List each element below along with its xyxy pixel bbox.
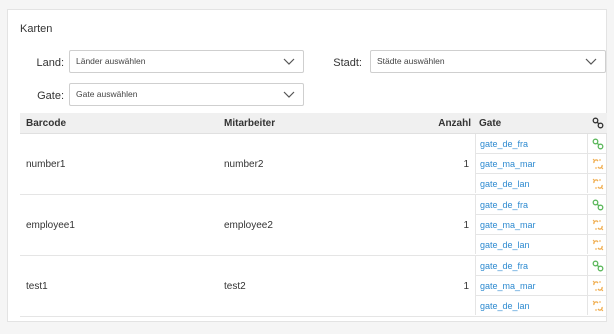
gate-label: Gate: bbox=[37, 90, 64, 102]
unlink-icon[interactable] bbox=[587, 234, 607, 254]
gate-select-value: Gate auswählen bbox=[76, 89, 138, 99]
anzahl-cell: 1 bbox=[426, 255, 475, 317]
table-row: test1 test2 1 gate_de_fra gate_ma_mar gate_de… bbox=[20, 255, 607, 317]
link-icon[interactable] bbox=[587, 195, 607, 215]
gate-link[interactable]: gate_de_fra bbox=[475, 195, 588, 215]
gate-link[interactable]: gate_de_fra bbox=[475, 256, 588, 276]
land-label: Land: bbox=[36, 57, 64, 69]
page-title: Karten bbox=[20, 23, 53, 35]
column-header-gate-group: Gate bbox=[475, 113, 607, 134]
barcode-link[interactable]: test1 bbox=[20, 255, 218, 317]
gate-row: gate_ma_mar bbox=[475, 275, 607, 296]
unlink-icon[interactable] bbox=[587, 153, 607, 174]
link-icon[interactable] bbox=[587, 134, 607, 154]
page-footer-strip bbox=[0, 322, 614, 334]
anzahl-cell: 1 bbox=[426, 194, 475, 256]
gate-row: gate_de_fra bbox=[475, 195, 607, 215]
stadt-select[interactable]: Städte auswählen bbox=[370, 50, 606, 73]
gate-cell: gate_de_fra gate_ma_mar gate_de_lan bbox=[475, 255, 607, 317]
gate-row: gate_de_lan bbox=[475, 295, 607, 315]
gate-row: gate_de_fra bbox=[475, 256, 607, 276]
gate-cell: gate_de_fra gate_ma_mar gate_de_lan bbox=[475, 194, 607, 256]
chevron-down-icon bbox=[283, 58, 295, 65]
chevron-down-icon bbox=[585, 58, 597, 65]
mitarbeiter-cell: employee2 bbox=[218, 194, 426, 256]
column-header-anzahl[interactable]: Anzahl bbox=[426, 113, 475, 134]
table-row: number1 number2 1 gate_de_fra gate_ma_mar gat… bbox=[20, 133, 607, 195]
mitarbeiter-cell: number2 bbox=[218, 133, 426, 195]
gate-select[interactable]: Gate auswählen bbox=[69, 83, 304, 106]
stadt-select-value: Städte auswählen bbox=[377, 56, 445, 66]
link-icon[interactable] bbox=[587, 256, 607, 276]
gate-row: gate_de_fra bbox=[475, 134, 607, 154]
stadt-label: Stadt: bbox=[333, 57, 362, 69]
gate-link[interactable]: gate_ma_mar bbox=[475, 214, 588, 235]
link-header-icon bbox=[588, 113, 607, 133]
land-select-value: Länder auswählen bbox=[76, 56, 146, 66]
barcode-link[interactable]: number1 bbox=[20, 133, 218, 195]
unlink-icon[interactable] bbox=[587, 214, 607, 235]
gate-link[interactable]: gate_de_lan bbox=[475, 173, 588, 193]
column-header-gate[interactable]: Gate bbox=[475, 113, 588, 133]
gate-row: gate_ma_mar bbox=[475, 214, 607, 235]
table-header-row: Barcode Mitarbeiter Anzahl Gate bbox=[20, 113, 607, 134]
column-header-mitarbeiter[interactable]: Mitarbeiter bbox=[218, 113, 426, 134]
column-header-barcode[interactable]: Barcode bbox=[20, 113, 218, 134]
gate-cell: gate_de_fra gate_ma_mar gate_de_lan bbox=[475, 133, 607, 195]
gate-row: gate_ma_mar bbox=[475, 153, 607, 174]
land-select[interactable]: Länder auswählen bbox=[69, 50, 304, 73]
gate-link[interactable]: gate_ma_mar bbox=[475, 275, 588, 296]
gate-link[interactable]: gate_de_lan bbox=[475, 295, 588, 315]
unlink-icon[interactable] bbox=[587, 173, 607, 193]
anzahl-cell: 1 bbox=[426, 133, 475, 195]
mitarbeiter-cell: test2 bbox=[218, 255, 426, 317]
gate-link[interactable]: gate_de_lan bbox=[475, 234, 588, 254]
karten-table: Barcode Mitarbeiter Anzahl Gate number1 n… bbox=[20, 113, 607, 317]
unlink-icon[interactable] bbox=[587, 275, 607, 296]
karten-panel: Karten Land: Länder auswählen Stadt: Stä… bbox=[7, 9, 607, 322]
chevron-down-icon bbox=[283, 91, 295, 98]
barcode-link[interactable]: employee1 bbox=[20, 194, 218, 256]
table-row: employee1 employee2 1 gate_de_fra gate_ma_ma… bbox=[20, 194, 607, 256]
gate-link[interactable]: gate_ma_mar bbox=[475, 153, 588, 174]
gate-row: gate_de_lan bbox=[475, 234, 607, 254]
gate-link[interactable]: gate_de_fra bbox=[475, 134, 588, 154]
gate-row: gate_de_lan bbox=[475, 173, 607, 193]
unlink-icon[interactable] bbox=[587, 295, 607, 315]
